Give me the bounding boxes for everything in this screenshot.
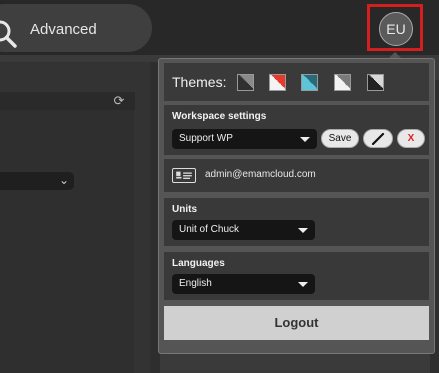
dropdown-arrow-icon <box>298 282 308 287</box>
theme-swatch-black[interactable] <box>367 74 384 91</box>
workspace-select[interactable]: Support WP <box>172 129 317 149</box>
background-panel-body <box>0 110 134 373</box>
logout-button[interactable]: Logout <box>164 306 429 340</box>
user-menu-dropdown: Themes: Workspace settings Support WP Sa… <box>158 58 435 354</box>
top-bar: Advanced EU <box>0 0 439 55</box>
chevron-down-icon: ⌄ <box>58 173 69 187</box>
languages-section: Languages English <box>164 252 429 300</box>
theme-swatch-dark[interactable] <box>237 74 254 91</box>
id-card-icon <box>172 168 196 183</box>
search-icon <box>0 20 17 48</box>
background-select[interactable]: ⌄ <box>0 172 74 190</box>
theme-swatch-red[interactable] <box>269 74 286 91</box>
units-title: Units <box>172 204 197 215</box>
dropdown-arrow-icon <box>300 137 310 142</box>
avatar-highlight: EU <box>367 4 423 51</box>
workspace-settings-title: Workspace settings <box>172 111 267 122</box>
languages-title: Languages <box>172 258 225 269</box>
user-avatar-button[interactable]: EU <box>379 12 413 46</box>
units-select[interactable]: Unit of Chuck <box>172 220 315 240</box>
account-email-section: admin@emamcloud.com <box>164 159 429 192</box>
edit-workspace-button[interactable] <box>363 129 393 148</box>
advanced-search-label: Advanced <box>30 21 97 38</box>
save-workspace-button[interactable]: Save <box>321 129 359 148</box>
theme-swatch-light[interactable] <box>334 74 351 91</box>
themes-section: Themes: <box>164 63 429 101</box>
theme-swatch-teal[interactable] <box>301 74 318 91</box>
account-email: admin@emamcloud.com <box>205 169 316 180</box>
workspace-select-value: Support WP <box>179 133 233 144</box>
delete-workspace-button[interactable]: X <box>397 129 425 148</box>
advanced-search-button[interactable]: Advanced <box>0 4 152 52</box>
pencil-icon <box>371 132 385 146</box>
units-section: Units Unit of Chuck <box>164 198 429 246</box>
units-select-value: Unit of Chuck <box>179 224 240 235</box>
language-select[interactable]: English <box>172 274 315 294</box>
dropdown-arrow-icon <box>298 228 308 233</box>
refresh-icon[interactable]: ⟳ <box>110 92 128 110</box>
themes-label: Themes: <box>172 74 227 90</box>
workspace-settings-section: Workspace settings Support WP Save X <box>164 105 429 155</box>
language-select-value: English <box>179 278 212 289</box>
